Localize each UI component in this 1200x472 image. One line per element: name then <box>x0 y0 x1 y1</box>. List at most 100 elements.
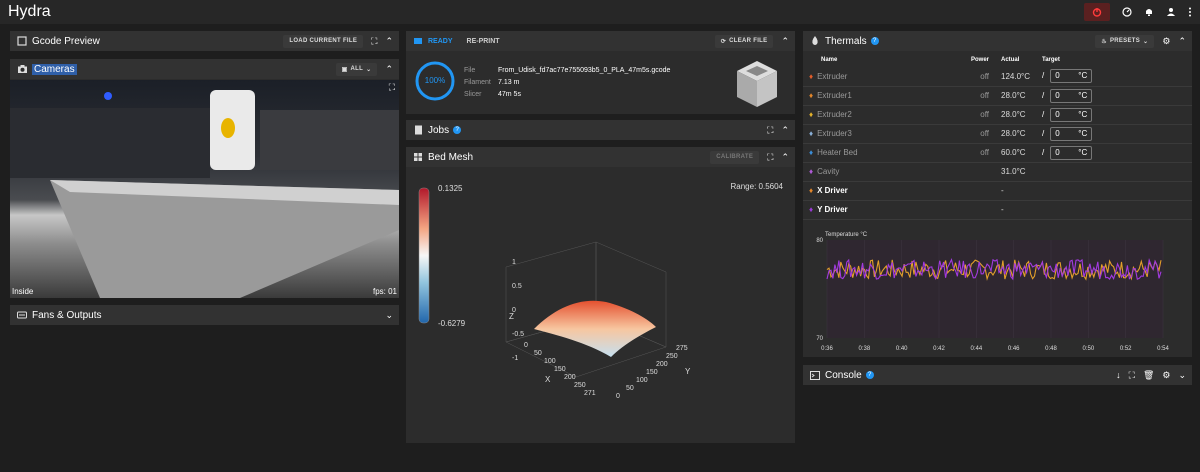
slash-separator: / <box>1042 71 1045 81</box>
more-vert-icon[interactable] <box>1188 7 1192 17</box>
y-tick: 200 <box>656 361 668 368</box>
clear-file-button[interactable]: ⟳ CLEAR FILE <box>714 34 774 48</box>
camera-icon <box>16 63 28 75</box>
x-tick: 150 <box>554 366 566 373</box>
target-value: 0 <box>1055 71 1060 81</box>
presets-button[interactable]: ♨ PRESETS ⌄ <box>1095 34 1155 48</box>
collapse-icon[interactable]: ⌃ <box>385 64 393 75</box>
x-tick: 200 <box>564 374 576 381</box>
target-input[interactable]: 0 °C <box>1050 145 1093 160</box>
thermometer-icon: ♦ <box>809 91 814 100</box>
z-axis-label: Z <box>509 312 514 321</box>
target-input[interactable]: 0 °C <box>1050 88 1093 103</box>
model-thumbnail <box>737 61 777 107</box>
thermal-power: off <box>915 124 995 144</box>
slash-separator: / <box>1042 109 1045 119</box>
help-icon[interactable]: ? <box>453 126 462 134</box>
gcode-preview-header[interactable]: Gcode Preview LOAD CURRENT FILE ⛶ ⌃ <box>10 31 399 51</box>
thermal-name: Y Driver <box>817 205 848 214</box>
scroll-down-icon[interactable]: ↓ <box>1116 370 1121 380</box>
expand-icon[interactable]: ⌄ <box>385 310 393 321</box>
camera-fullscreen-icon[interactable]: ⛶ <box>389 82 395 93</box>
calibrate-button[interactable]: CALIBRATE <box>710 150 760 164</box>
job-info-key: Slicer <box>464 91 482 98</box>
presets-label: PRESETS <box>1109 38 1141 44</box>
gcode-preview-title: Gcode Preview <box>32 35 100 47</box>
collapse-icon[interactable]: ⌃ <box>781 152 789 163</box>
collapse-icon[interactable]: ⌃ <box>781 125 789 136</box>
delete-icon[interactable]: 🗑 <box>1143 370 1154 381</box>
help-icon[interactable]: ? <box>865 371 874 379</box>
user-icon[interactable] <box>1166 7 1176 17</box>
camera-all-button[interactable]: ▣ ALL ⌄ <box>335 62 378 76</box>
y-tick: 150 <box>646 369 658 376</box>
camera-name: Inside <box>12 287 34 296</box>
jobs-header[interactable]: Jobs ? ⛶ ⌃ <box>406 120 795 140</box>
thermal-power <box>915 200 995 220</box>
thermometer-icon: ♦ <box>809 129 814 138</box>
target-input[interactable]: 0 °C <box>1050 126 1093 141</box>
target-unit: °C <box>1078 128 1088 138</box>
printer-interior-image <box>10 90 399 298</box>
x-tick-label: 0:50 <box>1082 346 1094 352</box>
fullscreen-icon[interactable]: ⛶ <box>767 125 773 136</box>
x-tick: 271 <box>584 390 596 397</box>
fullscreen-icon[interactable]: ⛶ <box>371 36 377 47</box>
collapse-icon[interactable]: ⌃ <box>781 36 789 47</box>
bell-icon[interactable] <box>1144 7 1154 17</box>
fans-outputs-card: Fans & Outputs ⌄ <box>10 305 399 325</box>
thermal-actual: 28.0°C <box>995 86 1036 106</box>
help-icon[interactable]: ? <box>870 37 879 45</box>
scale-max: 0.1325 <box>438 184 463 193</box>
cameras-header[interactable]: Cameras ▣ ALL ⌄ ⌃ <box>10 59 399 79</box>
fans-outputs-title: Fans & Outputs <box>32 309 102 321</box>
ready-icon <box>412 35 424 47</box>
bed-mesh-header[interactable]: Bed Mesh CALIBRATE ⛶ ⌃ <box>406 147 795 167</box>
gauge-icon[interactable] <box>1122 7 1132 17</box>
thermal-actual: 28.0°C <box>995 124 1036 144</box>
target-unit: °C <box>1078 71 1088 81</box>
target-value: 0 <box>1055 109 1060 119</box>
load-current-file-button[interactable]: LOAD CURRENT FILE <box>283 34 364 48</box>
z-tick: -1 <box>512 355 519 362</box>
thermal-power: off <box>915 105 995 125</box>
target-input[interactable]: 0 °C <box>1050 107 1093 122</box>
thermals-header[interactable]: Thermals ? ♨ PRESETS ⌄ ⚙ ⌃ <box>803 31 1192 51</box>
thermometer-icon: ♦ <box>809 110 814 119</box>
console-header[interactable]: Console ? ↓ ⛶ 🗑 ⚙ ⌄ <box>803 365 1192 385</box>
thermal-name: X Driver <box>817 186 848 195</box>
z-tick: 0.5 <box>512 283 522 290</box>
status-header: READY RE-PRINT ⟳ CLEAR FILE ⌃ <box>406 31 795 51</box>
expand-icon[interactable]: ⌄ <box>1178 370 1186 381</box>
job-info-key: Filament <box>464 79 491 86</box>
thermal-name: Heater Bed <box>817 148 858 157</box>
temperature-chart: 0:36 0:38 0:40 0:42 0:44 0:46 0:48 0:50 0:52 0:54… <box>805 228 1190 356</box>
thermal-power: off <box>915 143 995 163</box>
fan-icon <box>16 309 28 321</box>
target-input[interactable]: 0 °C <box>1050 69 1093 84</box>
job-info-value: 47m 5s <box>498 91 521 98</box>
job-info-row: Slicer 47m 5s <box>464 89 670 101</box>
reprint-button[interactable]: RE-PRINT <box>467 38 500 45</box>
scale-min: -0.6279 <box>438 319 466 328</box>
x-tick-label: 0:44 <box>970 346 982 352</box>
thermal-row: ♦ Extruder off 124.0°C / 0 °C <box>803 67 1192 87</box>
fullscreen-icon[interactable]: ⛶ <box>1129 370 1135 381</box>
refresh-icon: ⟳ <box>720 38 727 45</box>
settings-icon[interactable]: ⚙ <box>1162 36 1170 47</box>
collapse-icon[interactable]: ⌃ <box>385 36 393 47</box>
job-info-row: File From_Udisk_fd7ac77e755093b5_0_PLA_47… <box>464 65 670 77</box>
settings-icon[interactable]: ⚙ <box>1162 370 1170 381</box>
chevron-down-icon: ⌄ <box>366 66 372 73</box>
target-unit: °C <box>1078 109 1088 119</box>
fullscreen-icon[interactable]: ⛶ <box>767 152 773 163</box>
slash-separator: / <box>1042 90 1045 100</box>
status-state: READY <box>428 37 453 45</box>
thermal-power <box>915 162 995 182</box>
col-power: Power <box>970 57 989 63</box>
camera-feed[interactable]: Inside fps: 01 ⛶ <box>10 80 399 298</box>
thermal-actual: - <box>995 181 1036 201</box>
collapse-icon[interactable]: ⌃ <box>1178 36 1186 47</box>
fans-outputs-header[interactable]: Fans & Outputs ⌄ <box>10 305 399 325</box>
power-button[interactable] <box>1084 3 1110 21</box>
